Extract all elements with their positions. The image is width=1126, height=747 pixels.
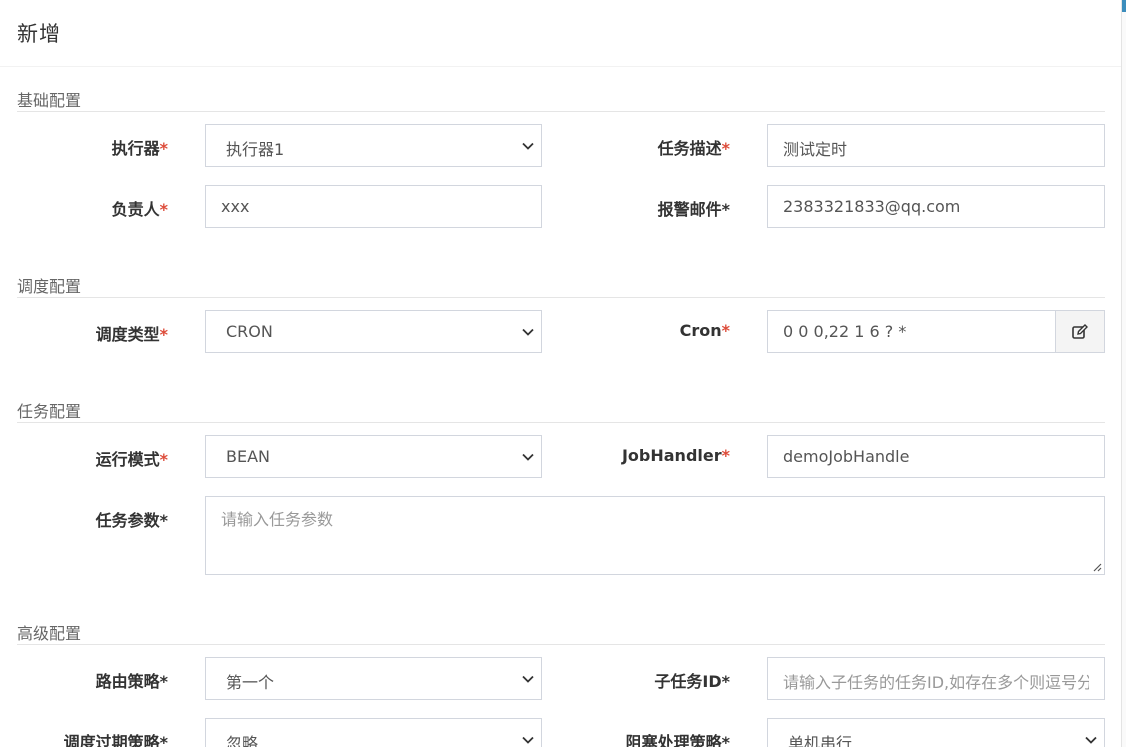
job-desc-value: 测试定时 [783, 140, 848, 159]
section-basic-title: 基础配置 [17, 86, 1105, 112]
chevron-down-icon [1085, 736, 1097, 744]
route-strategy-value: 第一个 [226, 673, 275, 692]
child-job-id-label: 子任务ID* [654, 672, 730, 691]
child-job-id-input[interactable]: 请输入子任务的任务ID,如存在多个则逗号分隔 [767, 657, 1105, 700]
job-desc-input[interactable]: 测试定时 [767, 124, 1105, 167]
misfire-strategy-label: 调度过期策略* [63, 733, 168, 747]
dialog-title: 新增 [17, 22, 61, 46]
block-strategy-label: 阻塞处理策略* [625, 733, 730, 747]
page-accent-mark [1122, 0, 1126, 12]
chevron-down-icon [522, 675, 534, 683]
job-param-textarea[interactable]: 请输入任务参数 [205, 496, 1105, 575]
chevron-down-icon [522, 328, 534, 336]
executor-label: 执行器* [111, 139, 168, 158]
run-mode-select[interactable]: BEAN [205, 435, 542, 478]
section-advanced-title: 高级配置 [17, 619, 1105, 645]
alarm-email-input[interactable]: 2383321833@qq.com [767, 185, 1105, 228]
author-label: 负责人* [111, 200, 168, 219]
cron-value: 0 0 0,22 1 6 ? * [783, 322, 907, 341]
author-input[interactable]: xxx [205, 185, 542, 228]
backdrop-edge [1121, 0, 1126, 747]
add-job-dialog: 新增 基础配置 执行器* 执行器1 任务描述* 测试定时 负责人* xxx 报警… [0, 0, 1121, 747]
job-handler-label: JobHandler* [621, 446, 730, 465]
chevron-down-icon [522, 453, 534, 461]
job-param-placeholder: 请输入任务参数 [221, 510, 334, 529]
run-mode-value: BEAN [226, 447, 270, 466]
edit-icon [1072, 324, 1088, 339]
cron-edit-button[interactable] [1055, 310, 1105, 353]
section-schedule-title: 调度配置 [17, 272, 1105, 298]
job-handler-value: demoJobHandle [783, 447, 910, 466]
chevron-down-icon [522, 736, 534, 744]
section-task-title: 任务配置 [17, 397, 1105, 423]
job-desc-label: 任务描述* [657, 139, 730, 158]
alarm-email-label: 报警邮件* [657, 200, 730, 219]
dialog-header: 新增 [0, 0, 1121, 67]
job-handler-input[interactable]: demoJobHandle [767, 435, 1105, 478]
schedule-type-value: CRON [226, 322, 273, 341]
alarm-email-value: 2383321833@qq.com [783, 197, 961, 216]
schedule-type-label: 调度类型* [95, 325, 168, 344]
route-strategy-select[interactable]: 第一个 [205, 657, 542, 700]
author-value: xxx [221, 197, 250, 216]
block-strategy-select[interactable]: 单机串行 [767, 718, 1105, 747]
executor-value: 执行器1 [226, 140, 285, 159]
job-param-label: 任务参数* [95, 511, 168, 530]
misfire-strategy-select[interactable]: 忽略 [205, 718, 542, 747]
resize-handle-icon[interactable] [1092, 562, 1102, 572]
misfire-strategy-value: 忽略 [226, 734, 259, 747]
route-strategy-label: 路由策略* [95, 672, 168, 691]
schedule-type-select[interactable]: CRON [205, 310, 542, 353]
cron-label: Cron* [679, 321, 730, 340]
cron-input[interactable]: 0 0 0,22 1 6 ? * [767, 310, 1056, 353]
block-strategy-value: 单机串行 [788, 734, 853, 747]
backdrop-shade [1121, 0, 1122, 747]
child-job-id-placeholder: 请输入子任务的任务ID,如存在多个则逗号分隔 [783, 673, 1089, 692]
executor-select[interactable]: 执行器1 [205, 124, 542, 167]
chevron-down-icon [522, 142, 534, 150]
run-mode-label: 运行模式* [95, 450, 168, 469]
